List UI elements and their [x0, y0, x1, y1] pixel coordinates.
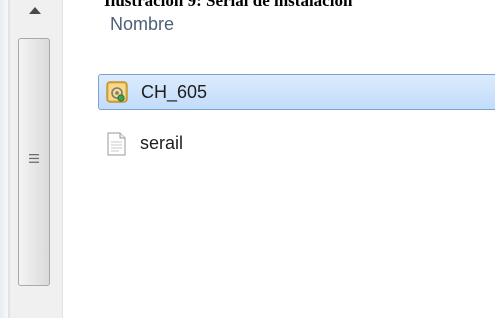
navigation-pane-scrollbar[interactable]: [9, 0, 63, 318]
file-item-serail[interactable]: serail: [98, 126, 398, 162]
file-name-label: CH_605: [141, 82, 208, 102]
figure-caption: Ilustración 9: Serial de instalación: [104, 0, 353, 10]
scroll-thumb[interactable]: [18, 38, 50, 286]
scroll-up-arrow-icon[interactable]: [28, 6, 42, 16]
scroll-thumb-grip-icon: [29, 154, 39, 163]
file-item-ch-605[interactable]: CH_605: [98, 74, 495, 110]
column-header-nombre[interactable]: Nombre: [110, 14, 174, 35]
text-document-icon: [107, 132, 126, 156]
setup-application-icon: [106, 81, 128, 103]
file-name-label: serail: [140, 133, 184, 153]
navigation-pane-edge: [0, 0, 9, 318]
